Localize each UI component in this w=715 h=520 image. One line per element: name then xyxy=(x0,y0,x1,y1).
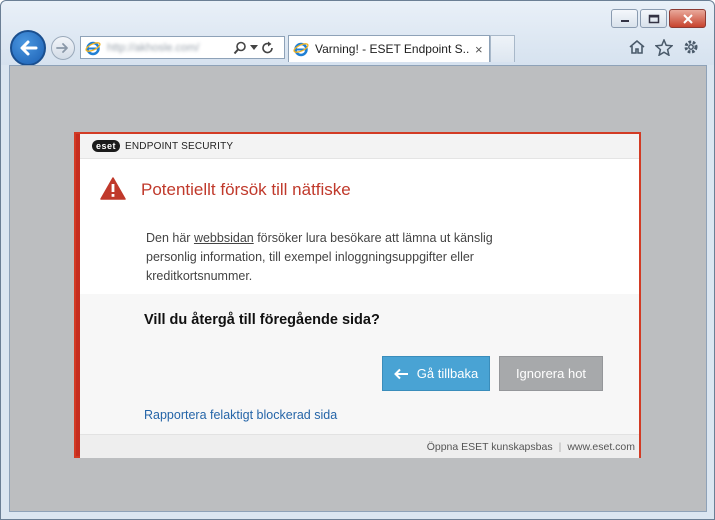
eset-logo: eset xyxy=(92,140,121,152)
close-icon xyxy=(682,13,693,24)
address-bar[interactable]: http://akhosle.com/ xyxy=(80,36,285,59)
dialog-header: eset ENDPOINT SECURITY xyxy=(80,134,639,159)
refresh-icon[interactable] xyxy=(261,41,275,55)
search-icon[interactable] xyxy=(233,41,247,55)
gear-icon[interactable] xyxy=(682,38,700,56)
tab-close-icon[interactable]: × xyxy=(475,43,483,56)
eset-site-link[interactable]: www.eset.com xyxy=(567,441,635,453)
warning-triangle-icon xyxy=(100,177,126,200)
close-window-button[interactable] xyxy=(669,9,706,28)
toolbar-icons xyxy=(628,38,700,56)
dialog-footer: Öppna ESET kunskapsbas | www.eset.com xyxy=(80,434,639,458)
footer-separator: | xyxy=(558,440,562,453)
warning-title: Potentiellt försök till nätfiske xyxy=(141,180,351,199)
question-section: Vill du återgå till föregående sida? Gå … xyxy=(80,294,639,434)
star-icon[interactable] xyxy=(655,38,673,56)
back-button[interactable] xyxy=(10,30,46,66)
maximize-button[interactable] xyxy=(640,9,667,28)
ie-logo-icon xyxy=(293,41,309,57)
tab-varning[interactable]: Varning! - ESET Endpoint S... × xyxy=(288,35,490,62)
window-controls xyxy=(611,9,706,28)
chevron-down-icon[interactable] xyxy=(250,44,258,51)
body-text-start: Den här xyxy=(146,231,194,245)
home-icon[interactable] xyxy=(628,39,646,55)
go-back-button[interactable]: Gå tillbaka xyxy=(382,356,490,391)
go-back-label: Gå tillbaka xyxy=(416,366,479,381)
kb-link[interactable]: Öppna ESET kunskapsbas xyxy=(427,441,553,453)
warning-description: Den här webbsidan försöker lura besökare… xyxy=(146,229,546,286)
minimize-icon xyxy=(620,19,629,22)
warning-section: Potentiellt försök till nätfiske Den här… xyxy=(80,160,639,294)
address-url[interactable]: http://akhosle.com/ xyxy=(107,42,227,54)
back-arrow-icon xyxy=(393,368,408,379)
new-tab-button[interactable] xyxy=(490,35,515,62)
maximize-icon xyxy=(648,14,659,23)
ignore-label: Ignorera hot xyxy=(515,366,587,381)
ie-logo-icon xyxy=(85,40,101,56)
product-name: ENDPOINT SECURITY xyxy=(125,140,234,152)
ignore-threat-button[interactable]: Ignorera hot xyxy=(499,356,603,391)
report-link[interactable]: Rapportera felaktigt blockerad sida xyxy=(144,408,337,422)
back-arrow-icon xyxy=(20,40,38,56)
tab-title: Varning! - ESET Endpoint S... xyxy=(315,42,469,56)
question-text: Vill du återgå till föregående sida? xyxy=(144,312,380,328)
address-tools xyxy=(233,41,275,55)
minimize-button[interactable] xyxy=(611,9,638,28)
eset-warning-dialog: eset ENDPOINT SECURITY Potentiellt försö… xyxy=(74,132,641,458)
forward-arrow-icon xyxy=(56,43,68,53)
webpage-link[interactable]: webbsidan xyxy=(194,231,254,245)
forward-button[interactable] xyxy=(51,36,75,60)
